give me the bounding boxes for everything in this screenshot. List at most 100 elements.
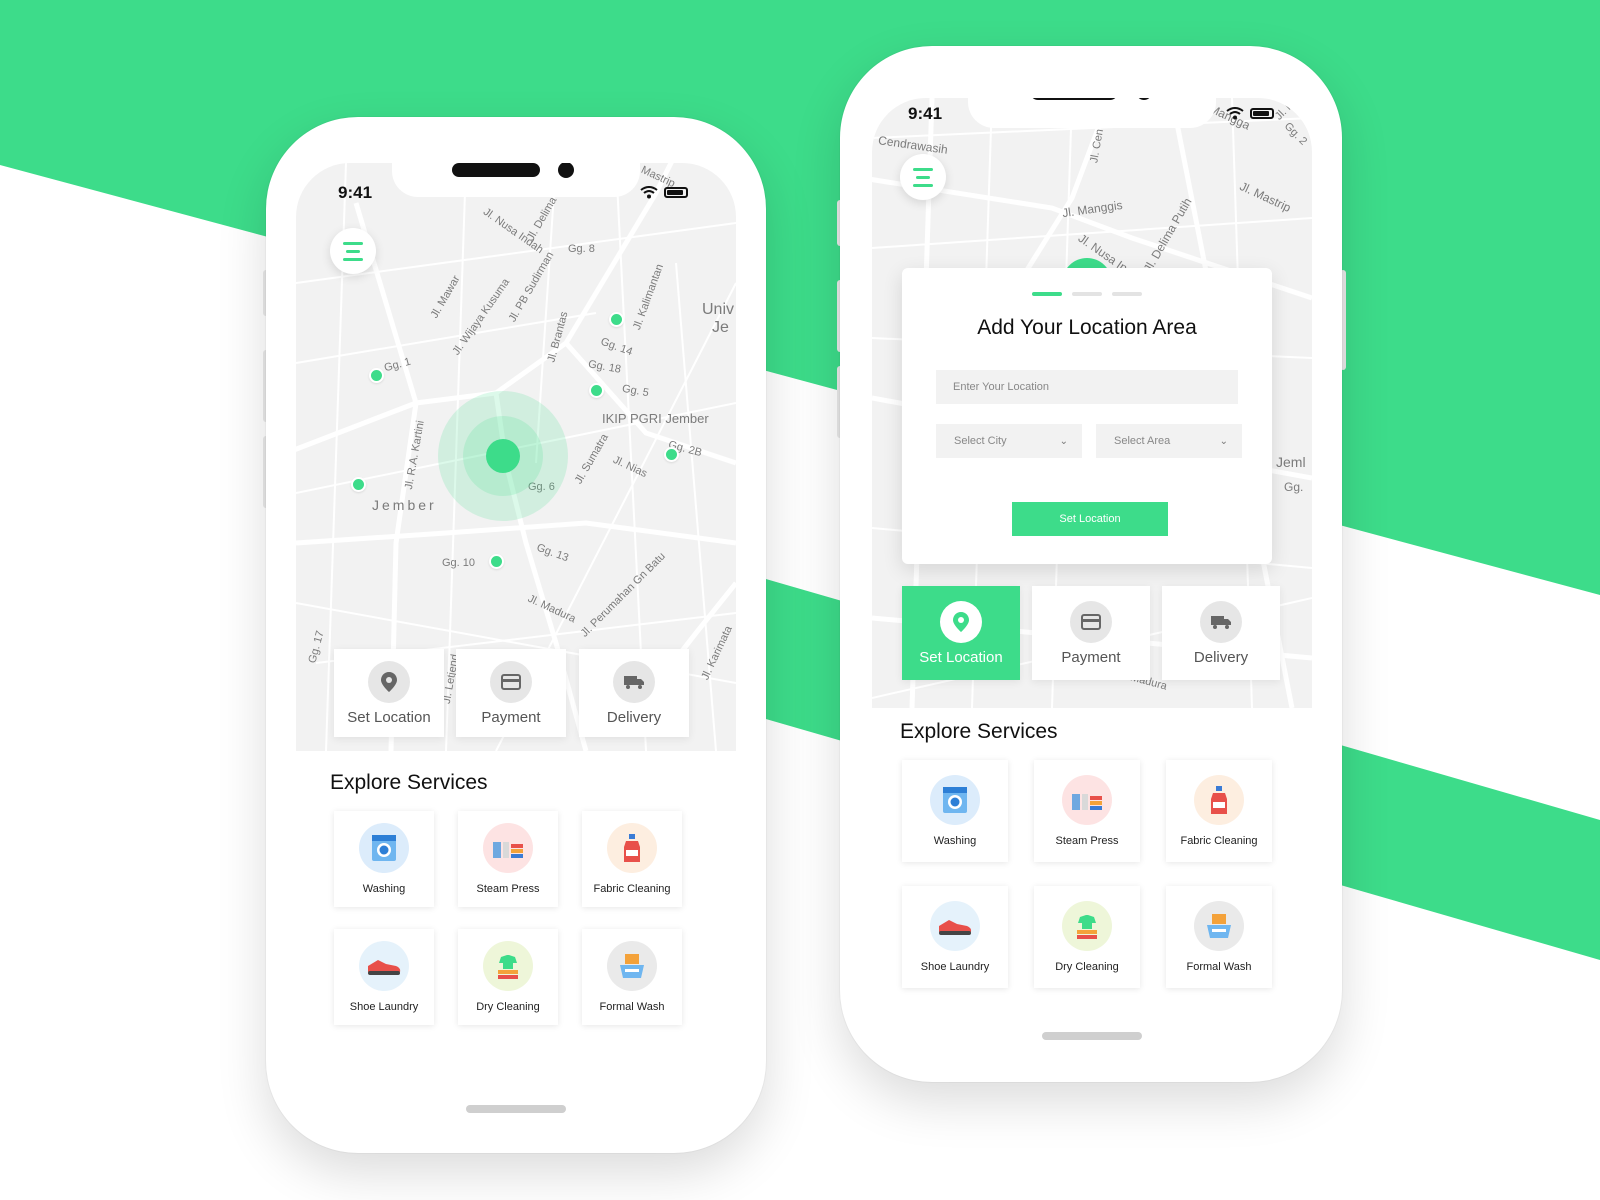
map-label: Jeml (1276, 454, 1306, 470)
quick-action-delivery[interactable]: Delivery (1162, 586, 1280, 680)
service-dry-cleaning[interactable]: Dry Cleaning (458, 929, 558, 1025)
service-label: Steam Press (1055, 835, 1119, 847)
quick-action-payment[interactable]: Payment (1032, 586, 1150, 680)
location-input[interactable]: Enter Your Location (936, 370, 1238, 404)
status-icons (1226, 107, 1274, 120)
quick-action-payment[interactable]: Payment (456, 649, 566, 737)
service-label: Washing (362, 883, 406, 895)
service-label: Fabric Cleaning (593, 883, 671, 895)
front-camera (558, 163, 574, 178)
wifi-icon (640, 186, 658, 199)
section-title: Explore Services (330, 771, 488, 794)
credit-card-icon (1070, 600, 1112, 643)
service-label: Formal Wash (599, 1001, 665, 1013)
map-label: IKIP PGRI Jember (602, 411, 709, 426)
map-label: Univ (702, 301, 735, 318)
wifi-icon (1226, 107, 1244, 120)
detergent-bottle-icon (1194, 775, 1244, 825)
map-label: Jember (372, 497, 437, 513)
sneaker-icon (930, 901, 980, 951)
map-marker[interactable] (664, 447, 679, 462)
service-steam-press[interactable]: Steam Press (458, 811, 558, 907)
notch (392, 163, 640, 197)
map-marker[interactable] (351, 477, 366, 492)
notch (968, 98, 1216, 128)
service-washing[interactable]: Washing (902, 760, 1008, 862)
chevron-down-icon: ⌄ (1219, 435, 1228, 447)
service-label: Formal Wash (1186, 961, 1252, 973)
service-formal-wash[interactable]: Formal Wash (1166, 886, 1272, 988)
area-select-value: Select Area (1114, 435, 1171, 447)
add-location-modal: Add Your Location Area Enter Your Locati… (902, 268, 1272, 564)
delivery-truck-icon (1200, 600, 1242, 643)
quick-action-label: Set Location (347, 708, 431, 726)
area-select[interactable]: Select Area ⌄ (1096, 424, 1242, 458)
sneaker-icon (359, 941, 409, 991)
map-label: Je (712, 319, 729, 336)
map-marker[interactable] (589, 383, 604, 398)
section-title: Explore Services (900, 720, 1058, 743)
map-label: Gg. 10 (442, 557, 476, 569)
speaker-grill (452, 163, 540, 177)
quick-action-set-location[interactable]: Set Location (902, 586, 1020, 680)
map-marker[interactable] (489, 554, 504, 569)
service-label: Fabric Cleaning (1180, 835, 1258, 847)
quick-action-set-location[interactable]: Set Location (334, 649, 444, 737)
service-formal-wash[interactable]: Formal Wash (582, 929, 682, 1025)
set-location-button[interactable]: Set Location (1012, 502, 1168, 536)
map-marker[interactable] (609, 312, 624, 327)
service-label: Shoe Laundry (349, 1001, 419, 1013)
washing-machine-icon (359, 823, 409, 873)
hamburger-menu-icon[interactable] (330, 228, 376, 274)
city-select-value: Select City (954, 435, 1007, 447)
service-fabric-cleaning[interactable]: Fabric Cleaning (1166, 760, 1272, 862)
pager-dot-active (1032, 292, 1062, 296)
service-fabric-cleaning[interactable]: Fabric Cleaning (582, 811, 682, 907)
status-time: 9:41 (338, 183, 373, 202)
quick-action-label: Payment (1061, 648, 1121, 666)
service-label: Washing (933, 835, 977, 847)
home-indicator[interactable] (466, 1105, 566, 1113)
phone-left-screen: Jl. Nusa Indah Jl. Delima Gg. 8 Jl. Mawa… (296, 163, 736, 1123)
front-camera (1136, 98, 1152, 100)
phone-right-screen: Cendrawasih Jl. Cen Jl. Manggis Jl. Mast… (872, 98, 1312, 1058)
location-pin-icon (940, 600, 982, 643)
pager-dot (1072, 292, 1102, 296)
credit-card-icon (490, 660, 532, 703)
battery-icon (1250, 108, 1274, 119)
home-indicator[interactable] (1042, 1032, 1142, 1040)
battery-icon (664, 187, 688, 198)
city-select[interactable]: Select City ⌄ (936, 424, 1082, 458)
shirt-hanger-icon (483, 941, 533, 991)
quick-action-delivery[interactable]: Delivery (579, 649, 689, 737)
laundry-basket-icon (607, 941, 657, 991)
speaker-grill (1030, 98, 1118, 100)
map-label: Gg. 8 (568, 243, 595, 255)
service-steam-press[interactable]: Steam Press (1034, 760, 1140, 862)
service-dry-cleaning[interactable]: Dry Cleaning (1034, 886, 1140, 988)
quick-action-label: Delivery (606, 708, 662, 726)
steam-press-icon (483, 823, 533, 873)
detergent-bottle-icon (607, 823, 657, 873)
service-shoe-laundry[interactable]: Shoe Laundry (902, 886, 1008, 988)
service-label: Dry Cleaning (476, 1001, 540, 1013)
service-label: Steam Press (476, 883, 540, 895)
service-washing[interactable]: Washing (334, 811, 434, 907)
hamburger-menu-icon[interactable] (900, 154, 946, 200)
current-location-marker[interactable] (486, 439, 520, 473)
location-pin-icon (368, 660, 410, 703)
quick-action-label: Payment (481, 708, 541, 726)
delivery-truck-icon (613, 660, 655, 703)
pager-indicator (1032, 292, 1142, 296)
quick-action-label: Set Location (919, 648, 1003, 666)
pager-dot (1112, 292, 1142, 296)
map-label: Gg. (1284, 480, 1304, 494)
map-marker[interactable] (369, 368, 384, 383)
service-label: Dry Cleaning (1055, 961, 1119, 973)
steam-press-icon (1062, 775, 1112, 825)
service-shoe-laundry[interactable]: Shoe Laundry (334, 929, 434, 1025)
status-icons (640, 186, 688, 199)
service-label: Shoe Laundry (920, 961, 990, 973)
quick-action-label: Delivery (1193, 648, 1249, 666)
background-graphic (0, 0, 1600, 960)
